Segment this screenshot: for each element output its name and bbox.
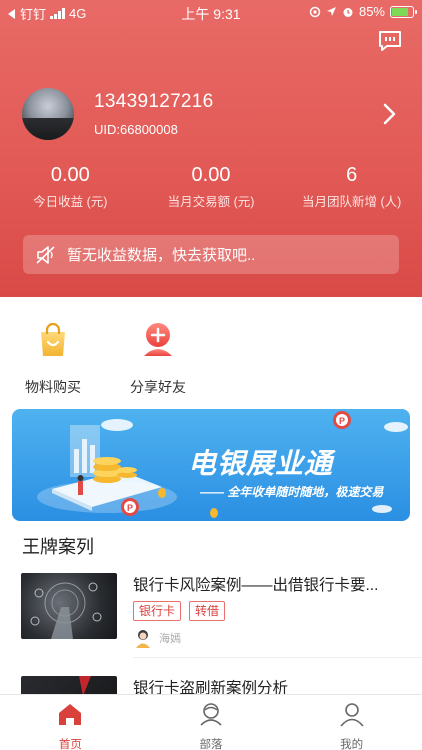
rotation-lock-icon — [309, 6, 321, 17]
status-bar: 钉钉 4G 上午 9:31 85% — [0, 0, 422, 24]
location-icon — [326, 7, 336, 16]
stat-value: 0.00 — [191, 164, 231, 186]
quick-item-share-friend[interactable]: 分享好友 — [118, 320, 198, 397]
tribe-icon — [200, 703, 222, 726]
stats-row: 0.00 今日收益 (元) 0.00 当月交易额 (元) 6 当月团队新增 (人… — [0, 162, 422, 210]
stat-today-income[interactable]: 0.00 今日收益 (元) — [0, 162, 141, 210]
tab-label: 首页 — [58, 739, 82, 750]
banner-title: 电银展业通 — [188, 448, 334, 479]
profile-header: 钉钉 4G 上午 9:31 85% 13439127216 UID:668000… — [0, 0, 422, 297]
author-avatar — [136, 630, 150, 648]
stat-month-volume[interactable]: 0.00 当月交易额 (元) — [141, 162, 282, 210]
app-page: 钉钉 4G 上午 9:31 85% 13439127216 UID:668000… — [0, 0, 422, 750]
stat-value: 6 — [346, 164, 358, 186]
alarm-icon — [343, 7, 353, 17]
case-tags: 银行卡 转借 — [133, 601, 226, 621]
shopping-bag-icon — [41, 322, 65, 356]
battery-icon — [390, 5, 417, 18]
case-title: 银行卡风险案例——出借银行卡要... — [133, 577, 379, 594]
avatar[interactable] — [22, 88, 74, 140]
stat-label: 今日收益 (元) — [33, 195, 108, 209]
tab-profile[interactable]: 我的 — [281, 695, 422, 750]
bottom-tab-bar: 首页 部落 我的 — [0, 694, 422, 750]
chevron-right-icon[interactable] — [382, 103, 396, 125]
case-author: 海嫣 — [133, 628, 181, 648]
user-phone: 13439127216 — [94, 91, 214, 112]
quick-item-material-purchase[interactable]: 物料购买 — [13, 320, 93, 397]
tab-label: 部落 — [199, 739, 223, 750]
user-uid: UID:66800008 — [94, 122, 178, 137]
quick-menu: 物料购买 分享好友 — [0, 320, 422, 395]
quick-item-label: 物料购买 — [25, 379, 81, 395]
banner-subtitle: —— 全年收单随时随地，极速交易 — [200, 485, 384, 499]
notice-bar[interactable]: 暂无收益数据，快去获取吧.. — [23, 235, 399, 274]
list-divider — [133, 657, 422, 658]
stat-label: 当月团队新增 (人) — [302, 195, 402, 209]
tab-home[interactable]: 首页 — [0, 695, 141, 750]
svg-text:P: P — [127, 503, 133, 513]
home-icon — [59, 704, 82, 725]
section-title: 王牌案列 — [22, 537, 94, 557]
case-thumbnail — [21, 573, 117, 639]
case-tag[interactable]: 银行卡 — [133, 601, 182, 621]
notice-text: 暂无收益数据，快去获取吧.. — [67, 247, 256, 264]
stat-label: 当月交易额 (元) — [167, 195, 255, 209]
tab-tribe[interactable]: 部落 — [141, 695, 282, 750]
profile-icon — [340, 703, 364, 727]
promo-banner[interactable]: P P 电银展业通 —— 全年收单随时随地，极速交易 — [12, 409, 410, 521]
quick-item-label: 分享好友 — [130, 379, 186, 395]
case-item[interactable]: 银行卡风险案例——出借银行卡要... 银行卡 转借 海嫣 — [21, 573, 403, 648]
tab-label: 我的 — [340, 739, 364, 750]
share-friend-icon — [144, 323, 172, 356]
case-thumbnail-image — [30, 582, 102, 639]
svg-text:P: P — [339, 416, 345, 426]
stat-team-new[interactable]: 6 当月团队新增 (人) — [281, 162, 422, 210]
speaker-muted-icon — [36, 245, 55, 264]
stat-value: 0.00 — [50, 164, 90, 186]
case-tag[interactable]: 转借 — [189, 601, 226, 621]
author-name: 海嫣 — [159, 633, 181, 645]
battery-percent: 85% — [358, 4, 385, 19]
message-icon[interactable] — [378, 30, 402, 52]
